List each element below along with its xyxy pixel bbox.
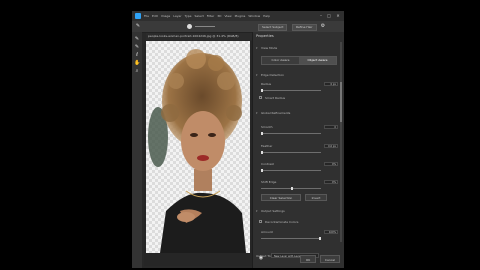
cancel-button[interactable]: Cancel xyxy=(320,255,340,263)
select-subject-button[interactable]: Select Subject xyxy=(258,24,288,31)
settings-gear-icon[interactable]: ⚙ xyxy=(320,23,326,29)
amount-slider[interactable] xyxy=(261,238,321,239)
tools-panel: ✎ ✎ ℓ ✋ ⌕ xyxy=(132,32,142,268)
document-tab[interactable]: people-looks-woman-portrait-1004246.jpg … xyxy=(146,33,252,40)
view-mode-label: View Mode xyxy=(261,46,278,50)
feather-value[interactable]: 0.0 px xyxy=(324,144,338,148)
menu-select[interactable]: Select xyxy=(195,14,204,18)
panel-scrollbar[interactable] xyxy=(340,42,342,242)
quick-selection-icon[interactable]: ✎ xyxy=(134,44,140,50)
menu-image[interactable]: Image xyxy=(161,14,170,18)
radius-slider[interactable] xyxy=(261,90,321,91)
ok-button[interactable]: OK xyxy=(300,255,316,263)
radius-slider-knob[interactable] xyxy=(261,89,263,92)
object-aware-option[interactable]: Object Aware xyxy=(299,57,336,64)
decontaminate-label: Decontaminate Colors xyxy=(265,220,299,224)
shift-edge-value[interactable]: 0% xyxy=(324,180,338,184)
smart-radius-label: Smart Radius xyxy=(265,96,286,100)
portrait-photo xyxy=(148,49,246,253)
edge-detection-heading: Edge Detection xyxy=(261,73,285,77)
radius-label: Radius xyxy=(261,82,272,86)
smooth-value[interactable]: 0 xyxy=(324,125,338,129)
preview-eye-icon[interactable]: ◉ xyxy=(258,255,264,261)
menu-file[interactable]: File xyxy=(144,14,149,18)
amount-value[interactable]: 100% xyxy=(324,230,338,234)
smooth-slider[interactable] xyxy=(261,133,321,134)
zoom-icon[interactable]: ⌕ xyxy=(134,68,140,74)
canvas-area[interactable] xyxy=(144,41,252,266)
global-refinements-heading: Global Refinements xyxy=(261,111,291,115)
brush-size-icon[interactable] xyxy=(187,24,192,29)
menu-plugins[interactable]: Plugins xyxy=(235,14,246,18)
amount-slider-knob[interactable] xyxy=(319,237,321,240)
chevron-down-icon[interactable]: ▾ xyxy=(256,73,258,77)
feather-slider[interactable] xyxy=(261,152,321,153)
refine-mode-toggle[interactable]: Color Aware Object Aware xyxy=(261,56,337,65)
brush-tool-icon[interactable]: ✎ xyxy=(134,36,140,42)
smooth-slider-knob[interactable] xyxy=(261,132,263,135)
chevron-down-icon[interactable]: ▾ xyxy=(256,209,258,213)
close-icon[interactable]: ✕ xyxy=(335,13,341,18)
contrast-label: Contrast xyxy=(261,162,274,166)
feather-slider-knob[interactable] xyxy=(261,151,263,154)
refine-edge-properties-panel: Properties ▾ View Mode Color Aware Objec… xyxy=(252,32,344,268)
invert-button[interactable]: Invert xyxy=(305,194,327,201)
menu-edit[interactable]: Edit xyxy=(152,14,158,18)
output-settings-heading: Output Settings xyxy=(261,209,285,213)
maximize-icon[interactable]: □ xyxy=(326,13,332,18)
shift-edge-slider-knob[interactable] xyxy=(291,187,293,190)
refine-hair-button[interactable]: Refine Hair xyxy=(292,24,317,31)
brush-preset-icon[interactable]: ✎ xyxy=(135,23,141,29)
photoshop-window: File Edit Image Layer Type Select Filter… xyxy=(132,11,344,268)
radius-value[interactable]: 0 px xyxy=(324,82,338,86)
menu-help[interactable]: Help xyxy=(263,14,270,18)
contrast-value[interactable]: 0% xyxy=(324,162,338,166)
menu-3d[interactable]: 3D xyxy=(217,14,221,18)
scrollbar-thumb[interactable] xyxy=(340,82,342,122)
feather-label: Feather xyxy=(261,144,273,148)
panel-title: Properties xyxy=(256,34,274,38)
clear-selection-button[interactable]: Clear Selection xyxy=(261,194,301,201)
smooth-label: Smooth xyxy=(261,125,273,129)
menu-view[interactable]: View xyxy=(224,14,231,18)
decontaminate-checkbox[interactable] xyxy=(259,220,262,223)
contrast-slider[interactable] xyxy=(261,170,321,171)
brush-size-slider[interactable] xyxy=(195,26,215,27)
menu-filter[interactable]: Filter xyxy=(207,14,214,18)
menu-type[interactable]: Type xyxy=(185,14,192,18)
document-image[interactable] xyxy=(146,41,250,253)
menu-window[interactable]: Window xyxy=(248,14,260,18)
chevron-down-icon[interactable]: ▾ xyxy=(256,46,258,50)
amount-label: Amount xyxy=(261,230,273,234)
minimize-icon[interactable]: – xyxy=(318,13,324,18)
menu-bar: File Edit Image Layer Type Select Filter… xyxy=(132,11,344,21)
chevron-down-icon[interactable]: ▾ xyxy=(256,111,258,115)
menu-layer[interactable]: Layer xyxy=(173,14,181,18)
hand-icon[interactable]: ✋ xyxy=(134,60,140,66)
lasso-icon[interactable]: ℓ xyxy=(134,52,140,58)
photoshop-logo xyxy=(135,13,141,19)
shift-edge-label: Shift Edge xyxy=(261,180,277,184)
color-aware-option[interactable]: Color Aware xyxy=(262,57,299,64)
contrast-slider-knob[interactable] xyxy=(261,169,263,172)
smart-radius-checkbox[interactable] xyxy=(259,96,262,99)
